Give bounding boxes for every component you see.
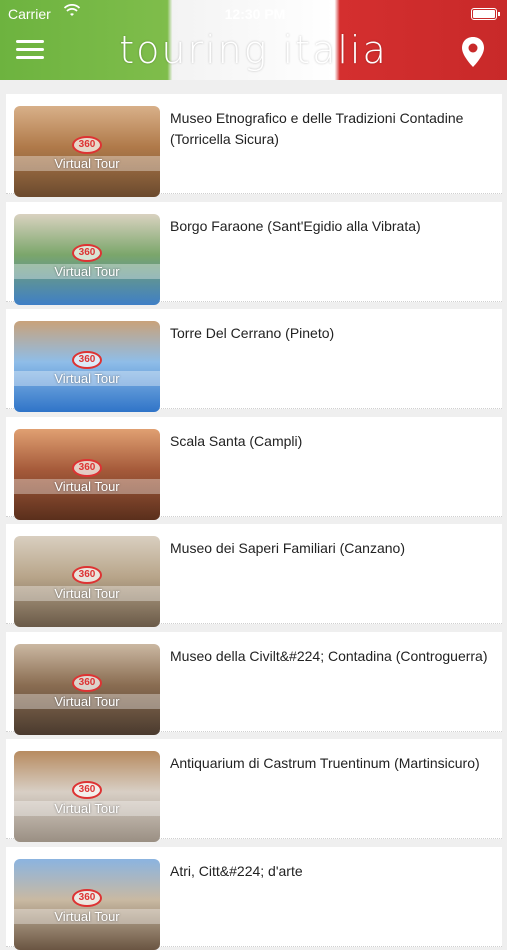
list-item[interactable]: 360 Virtual Tour Antiquarium di Castrum Tr… (6, 739, 502, 842)
badge-360-icon: 360 (72, 243, 102, 262)
list-item[interactable]: 360 Virtual Tour Scala Santa (Campli) (6, 416, 502, 520)
list-item-title: Atri, Citt&#224; d'arte (170, 862, 303, 879)
battery-icon (471, 8, 500, 20)
app-header: Carrier 12:30 PM Touring Italia (0, 0, 507, 80)
status-bar: Carrier 12:30 PM (0, 4, 507, 24)
status-time: 12:30 PM (224, 6, 286, 22)
virtual-tour-label: Virtual Tour (14, 263, 160, 279)
tour-thumbnail: 360 Virtual Tour (14, 643, 160, 735)
badge-360-icon: 360 (72, 351, 102, 369)
wifi-icon (63, 4, 81, 21)
virtual-tour-label: Virtual Tour (14, 156, 160, 171)
list-item-title: Antiquarium di Castrum Truentinum (Marti… (170, 755, 480, 771)
tour-thumbnail: 360 Virtual Tour (14, 213, 160, 305)
tour-list: 360 Virtual Tour Museo Etnografico e delle… (0, 80, 507, 950)
virtual-tour-label: Virtual Tour (14, 801, 160, 816)
list-item[interactable]: 360 Virtual Tour Museo della Civilt&#224; … (6, 631, 502, 735)
map-pin-icon (462, 37, 484, 67)
tour-thumbnail: 360 Virtual Tour (14, 536, 160, 627)
list-item[interactable]: 360 Virtual Tour Museo Etnografico e delle… (6, 94, 502, 197)
badge-360-icon: 360 (72, 458, 102, 477)
badge-360-icon: 360 (72, 673, 102, 692)
tour-thumbnail: 360 Virtual Tour (14, 858, 160, 950)
virtual-tour-label: Virtual Tour (14, 693, 160, 709)
app-title: Touring Italia (119, 28, 388, 72)
tour-thumbnail: 360 Virtual Tour (14, 106, 160, 197)
tour-thumbnail: 360 Virtual Tour (14, 321, 160, 412)
list-item-title: Museo Etnografico e delle Tradizioni Con… (170, 110, 464, 147)
tour-thumbnail: 360 Virtual Tour (14, 428, 160, 520)
virtual-tour-label: Virtual Tour (14, 478, 160, 494)
badge-360-icon: 360 (72, 781, 102, 799)
list-item-title: Borgo Faraone (Sant'Egidio alla Vibrata) (170, 217, 421, 234)
list-item-title: Scala Santa (Campli) (170, 432, 303, 449)
list-item-title: Museo dei Saperi Familiari (Canzano) (170, 540, 405, 556)
list-item[interactable]: 360 Virtual Tour Borgo Faraone (Sant'Egidi… (6, 201, 502, 305)
location-button[interactable] (460, 36, 486, 68)
carrier-label: Carrier (8, 6, 51, 22)
list-item[interactable]: 360 Virtual Tour Museo dei Saperi Familiar… (6, 524, 502, 627)
badge-360-icon: 360 (72, 136, 102, 154)
badge-360-icon: 360 (72, 888, 102, 907)
virtual-tour-label: Virtual Tour (14, 371, 160, 386)
virtual-tour-label: Virtual Tour (14, 908, 160, 924)
badge-360-icon: 360 (72, 566, 102, 584)
tour-thumbnail: 360 Virtual Tour (14, 751, 160, 842)
list-item-title: Museo della Civilt&#224; Contadina (Cont… (170, 647, 488, 664)
list-item-title: Torre Del Cerrano (Pineto) (170, 325, 335, 341)
virtual-tour-label: Virtual Tour (14, 586, 160, 601)
list-item[interactable]: 360 Virtual Tour Torre Del Cerrano (Pineto… (6, 309, 502, 412)
list-item[interactable]: 360 Virtual Tour Atri, Citt&#224; d'arte (6, 846, 502, 950)
